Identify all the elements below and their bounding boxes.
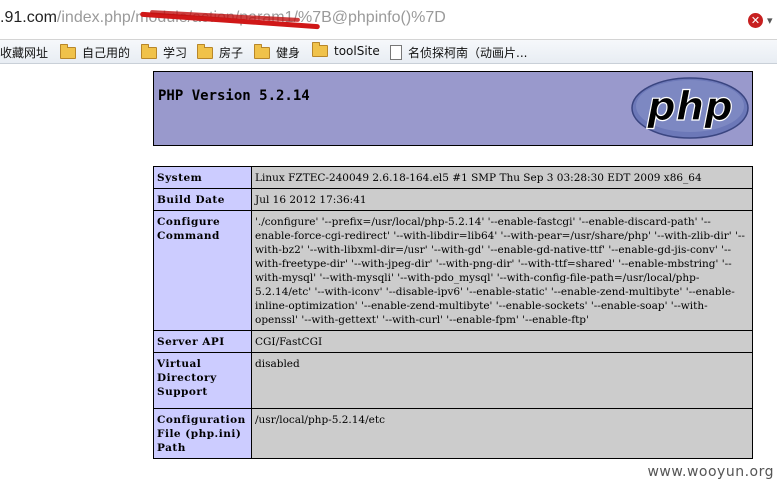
- row-value: CGI/FastCGI: [251, 330, 753, 353]
- php-logo-text: php: [646, 84, 733, 130]
- bookmark-folder-toolsite[interactable]: toolSite: [312, 42, 380, 58]
- table-row: Virtual Directory Support disabled: [153, 352, 753, 409]
- folder-icon: [254, 43, 270, 59]
- bookmark-label: 房子: [219, 46, 244, 60]
- folder-icon: [197, 43, 213, 59]
- bookmark-label: 自己用的: [82, 46, 131, 60]
- row-key: Server API: [153, 330, 252, 353]
- page-title: PHP Version 5.2.14: [158, 88, 310, 104]
- bookmark-favorites[interactable]: 收藏网址: [0, 44, 48, 61]
- row-value: Jul 16 2012 17:36:41: [251, 188, 753, 211]
- bookmark-folder-house[interactable]: 房子: [197, 43, 244, 61]
- bookmark-folder-own[interactable]: 自己用的: [60, 43, 131, 61]
- row-value: disabled: [251, 352, 753, 409]
- bookmark-label: 名侦探柯南（动画片...: [408, 46, 528, 60]
- row-key: Virtual Directory Support: [153, 352, 252, 409]
- row-key: Configuration File (php.ini) Path: [153, 408, 252, 459]
- row-value: './configure' '--prefix=/usr/local/php-5…: [251, 210, 753, 331]
- table-row: Build Date Jul 16 2012 17:36:41: [153, 188, 753, 211]
- bookmark-label: 健身: [276, 46, 301, 60]
- bookmark-label: toolSite: [334, 44, 380, 58]
- php-info-table: System Linux FZTEC-240049 2.6.18-164.el5…: [153, 166, 753, 459]
- row-value: Linux FZTEC-240049 2.6.18-164.el5 #1 SMP…: [251, 166, 753, 189]
- page-content: PHP Version 5.2.14 php System Linux FZTE…: [0, 64, 777, 482]
- table-row: Configure Command './configure' '--prefi…: [153, 210, 753, 331]
- folder-icon: [141, 43, 157, 59]
- watermark: www.wooyun.org: [647, 464, 774, 480]
- address-bar[interactable]: .91.com/index.php/module/action/param1/%…: [0, 0, 777, 40]
- chevron-down-icon[interactable]: ▾: [767, 14, 773, 27]
- page-icon: [390, 45, 402, 60]
- php-logo: php: [631, 77, 749, 139]
- bookmarks-bar: 收藏网址 自己用的 学习 房子 健身 toolSite 名侦探柯南（动画片...: [0, 40, 777, 64]
- bookmark-conan[interactable]: 名侦探柯南（动画片...: [390, 44, 527, 61]
- url-domain: .91.com: [0, 9, 57, 26]
- stop-icon[interactable]: ✕: [748, 13, 763, 28]
- table-row: Configuration File (php.ini) Path /usr/l…: [153, 408, 753, 459]
- row-key: System: [153, 166, 252, 189]
- bookmark-folder-study[interactable]: 学习: [141, 43, 188, 61]
- table-row: System Linux FZTEC-240049 2.6.18-164.el5…: [153, 166, 753, 189]
- bookmark-label: 学习: [163, 46, 188, 60]
- folder-icon: [312, 42, 328, 57]
- php-header: PHP Version 5.2.14 php: [153, 71, 753, 146]
- bookmark-label: 收藏网址: [0, 46, 49, 60]
- row-key: Build Date: [153, 188, 252, 211]
- bookmark-folder-fitness[interactable]: 健身: [254, 43, 301, 61]
- row-key: Configure Command: [153, 210, 252, 331]
- table-row: Server API CGI/FastCGI: [153, 330, 753, 353]
- row-value: /usr/local/php-5.2.14/etc: [251, 408, 753, 459]
- folder-icon: [60, 43, 76, 59]
